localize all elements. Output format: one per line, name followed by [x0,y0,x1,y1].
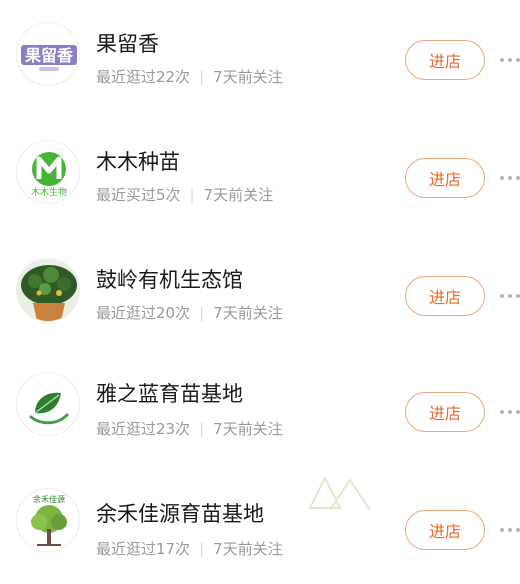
plant-photo-icon[interactable] [16,258,80,322]
visit-count: 最近逛过22次 [96,68,191,86]
followed-stores-list: 果留香 果留香 最近逛过22次 | 7天前关注 进店 木木生物 木木种苗 最近买过5… [0,0,520,584]
more-options-icon[interactable] [500,524,520,536]
follow-time: 7天前关注 [213,540,283,558]
divider: | [189,186,195,204]
more-options-icon[interactable] [500,172,520,184]
follow-time: 7天前关注 [213,68,283,86]
store-row[interactable]: 雅之蓝育苗基地 最近逛过23次 | 7天前关注 进店 [0,362,520,462]
more-options-icon[interactable] [500,290,520,302]
visit-count: 最近逛过20次 [96,304,191,322]
store-name[interactable]: 果留香 [96,28,159,58]
divider: | [199,420,205,438]
store-row[interactable]: 余禾佳源 余禾佳源育苗基地 最近逛过17次 | 7天前关注 进店 [0,478,520,578]
logo-text: 木木生物 [31,186,67,198]
leaf-logo-icon[interactable] [16,372,80,436]
more-options-icon[interactable] [500,406,520,418]
tree-logo-icon[interactable]: 余禾佳源 [16,488,80,552]
store-meta: 最近逛过20次 | 7天前关注 [96,302,283,323]
store-name[interactable]: 雅之蓝育苗基地 [96,378,243,408]
follow-time: 7天前关注 [203,186,274,204]
purchase-count: 最近买过5次 [96,186,181,204]
store-row[interactable]: 鼓岭有机生态馆 最近逛过20次 | 7天前关注 进店 [0,244,520,344]
divider: | [199,68,205,86]
store-meta: 最近逛过22次 | 7天前关注 [96,66,283,87]
visit-count: 最近逛过23次 [96,420,191,438]
store-name[interactable]: 木木种苗 [96,146,180,176]
store-row[interactable]: 果留香 果留香 最近逛过22次 | 7天前关注 进店 [0,8,520,108]
store-row[interactable]: 木木生物 木木种苗 最近买过5次 | 7天前关注 进店 [0,126,520,226]
logo-text: 余禾佳源 [33,494,65,504]
enter-store-button[interactable]: 进店 [405,158,485,198]
logo-text: 果留香 [24,46,74,65]
enter-store-button[interactable]: 进店 [405,276,485,316]
divider: | [199,304,205,322]
more-options-icon[interactable] [500,54,520,66]
divider: | [199,540,205,558]
store-name[interactable]: 鼓岭有机生态馆 [96,264,243,294]
follow-time: 7天前关注 [213,304,283,322]
guoliuxiang-logo-icon[interactable]: 果留香 [16,22,80,86]
enter-store-button[interactable]: 进店 [405,510,485,550]
watermark-icon [308,475,371,511]
enter-store-button[interactable]: 进店 [405,40,485,80]
enter-store-button[interactable]: 进店 [405,392,485,432]
store-name[interactable]: 余禾佳源育苗基地 [96,498,264,528]
store-meta: 最近逛过23次 | 7天前关注 [96,418,283,439]
visit-count: 最近逛过17次 [96,540,191,558]
follow-time: 7天前关注 [213,420,283,438]
mumu-logo-icon[interactable]: 木木生物 [16,140,80,204]
store-meta: 最近逛过17次 | 7天前关注 [96,538,283,559]
store-meta: 最近买过5次 | 7天前关注 [96,184,273,205]
